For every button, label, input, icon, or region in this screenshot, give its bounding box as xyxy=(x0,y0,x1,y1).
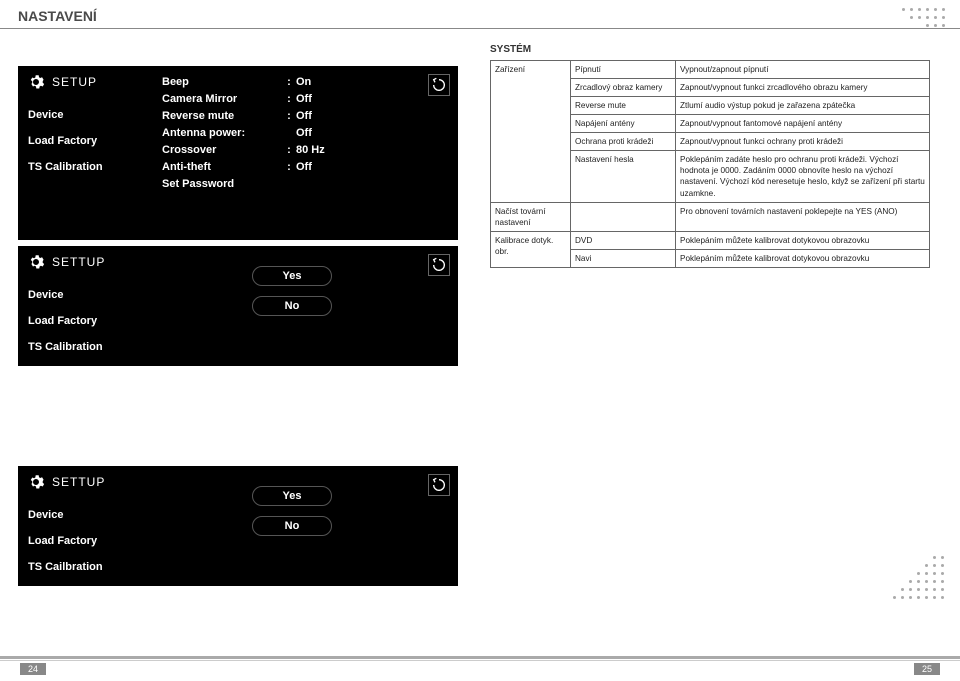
row-beep[interactable]: Beep:On xyxy=(162,76,448,88)
row-anti-theft[interactable]: Anti-theft:Off xyxy=(162,161,448,173)
back-icon[interactable] xyxy=(428,474,450,496)
setup-panel-factory: SETTUP Device Load Factory TS Calibratio… xyxy=(18,246,458,366)
cell: DVD xyxy=(571,231,676,249)
section-label: SYSTÉM xyxy=(490,44,531,55)
row-reverse-mute[interactable]: Reverse mute:Off xyxy=(162,110,448,122)
sep: : xyxy=(282,76,296,88)
label: Reverse mute xyxy=(162,110,282,122)
value: On xyxy=(296,76,346,88)
cell: Poklepáním můžete kalibrovat dotykovou o… xyxy=(676,231,930,249)
sep: : xyxy=(282,93,296,105)
row-set-password[interactable]: Set Password xyxy=(162,178,448,190)
gear-icon xyxy=(26,472,46,492)
page-number-right: 25 xyxy=(914,663,940,675)
value: Off xyxy=(296,93,346,105)
value: 80 Hz xyxy=(296,144,346,156)
setup-panel-device: SETUP Device Load Factory TS Calibration… xyxy=(18,66,458,240)
description-table: Zařízení Pípnutí Vypnout/zapnout pípnutí… xyxy=(490,60,930,268)
cell: Ochrana proti krádeži xyxy=(571,133,676,151)
label: Antenna power: xyxy=(162,127,282,139)
menu-ts-calibration[interactable]: TS Calibration xyxy=(26,334,148,360)
cell: Ztlumí audio výstup pokud je zařazena zp… xyxy=(676,97,930,115)
cell: Poklepáním můžete kalibrovat dotykovou o… xyxy=(676,249,930,267)
cell: Poklepáním zadáte heslo pro ochranu prot… xyxy=(676,151,930,202)
back-icon[interactable] xyxy=(428,254,450,276)
sep: : xyxy=(282,161,296,173)
cell: Načíst tovární nastavení xyxy=(491,202,571,231)
row-antenna-power[interactable]: Antenna power: Off xyxy=(162,127,448,139)
cell xyxy=(571,202,676,231)
decoration-dots-bottom xyxy=(893,556,948,611)
value: Off xyxy=(296,161,346,173)
cell: Vypnout/zapnout pípnutí xyxy=(676,61,930,79)
cell: Zapnout/vypnout fantomové napájení antén… xyxy=(676,115,930,133)
cell: Navi xyxy=(571,249,676,267)
gear-icon xyxy=(26,72,46,92)
menu-load-factory[interactable]: Load Factory xyxy=(26,528,148,554)
cell: Nastavení hesla xyxy=(571,151,676,202)
yes-button[interactable]: Yes xyxy=(252,486,332,506)
cell: Reverse mute xyxy=(571,97,676,115)
menu-load-factory[interactable]: Load Factory xyxy=(26,128,148,154)
setup-panel-factory-2: SETTUP Device Load Factory TS Cailbratio… xyxy=(18,466,458,586)
label: Set Password xyxy=(162,178,282,190)
page-number-left: 24 xyxy=(20,663,46,675)
cell: Zapnout/vypnout funkci zrcadlového obraz… xyxy=(676,79,930,97)
back-icon[interactable] xyxy=(428,74,450,96)
footer-rule xyxy=(0,656,960,659)
no-button[interactable]: No xyxy=(252,516,332,536)
cell: Pípnutí xyxy=(571,61,676,79)
page-title: NASTAVENÍ xyxy=(18,8,97,24)
gear-icon xyxy=(26,252,46,272)
sep: : xyxy=(282,110,296,122)
cell: Napájení antény xyxy=(571,115,676,133)
menu-device[interactable]: Device xyxy=(26,102,148,128)
header-rule xyxy=(0,28,960,29)
row-camera-mirror[interactable]: Camera Mirror:Off xyxy=(162,93,448,105)
menu-ts-calibration[interactable]: TS Cailbration xyxy=(26,554,148,580)
cell: Pro obnovení továrních nastavení poklepe… xyxy=(676,202,930,231)
menu-load-factory[interactable]: Load Factory xyxy=(26,308,148,334)
label: Camera Mirror xyxy=(162,93,282,105)
cell: Zařízení xyxy=(491,61,571,203)
cell: Zapnout/vypnout funkci ochrany proti krá… xyxy=(676,133,930,151)
cell: Zrcadlový obraz kamery xyxy=(571,79,676,97)
panel-title: SETTUP xyxy=(52,255,105,269)
panel-title: SETTUP xyxy=(52,475,105,489)
menu-device[interactable]: Device xyxy=(26,502,148,528)
menu-ts-calibration[interactable]: TS Calibration xyxy=(26,154,148,180)
menu-device[interactable]: Device xyxy=(26,282,148,308)
label: Anti-theft xyxy=(162,161,282,173)
label: Beep xyxy=(162,76,282,88)
value: Off xyxy=(296,127,346,139)
yes-button[interactable]: Yes xyxy=(252,266,332,286)
no-button[interactable]: No xyxy=(252,296,332,316)
panel-title: SETUP xyxy=(52,75,97,89)
decoration-dots-top xyxy=(902,8,952,30)
sep: : xyxy=(282,144,296,156)
row-crossover[interactable]: Crossover:80 Hz xyxy=(162,144,448,156)
label: Crossover xyxy=(162,144,282,156)
value: Off xyxy=(296,110,346,122)
cell: Kalibrace dotyk. obr. xyxy=(491,231,571,267)
